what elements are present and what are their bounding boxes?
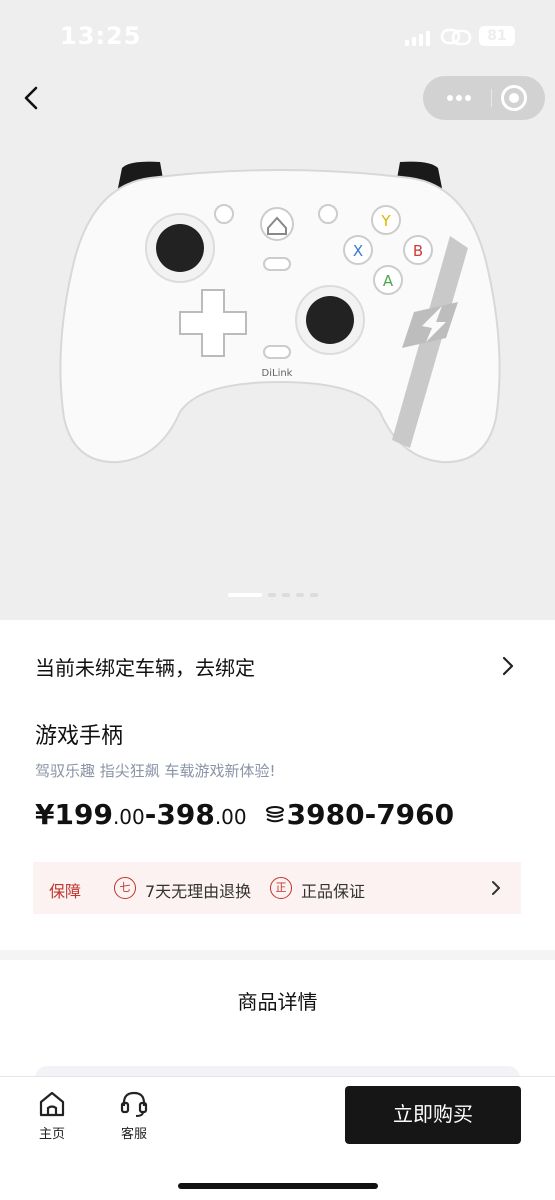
bind-vehicle-text: 当前未绑定车辆，去绑定	[35, 656, 255, 680]
chevron-right-icon	[502, 656, 514, 676]
controller-brand: DiLink	[262, 368, 293, 379]
status-time: 13:25	[60, 22, 142, 50]
home-indicator	[178, 1183, 378, 1189]
x-button-label: X	[353, 242, 363, 260]
gallery-dot	[296, 593, 304, 597]
battery-icon: 81	[479, 26, 515, 46]
product-price: ¥199.00-398.00 3980-7960	[35, 798, 454, 831]
product-gallery[interactable]: 13:25 81 DiLink Y X B A	[0, 0, 555, 620]
buy-now-button[interactable]: 立即购买	[345, 1086, 521, 1144]
tab-customer-service-label: 客服	[120, 1127, 147, 1142]
gallery-dot	[282, 593, 290, 597]
guarantee-row[interactable]: 保障 七 7天无理由退换 正 正品保证	[33, 862, 521, 914]
product-image-controller: DiLink Y X B A	[59, 161, 501, 464]
gallery-dot-active	[228, 593, 262, 597]
guarantee-seven-day-return: 7天无理由退换	[145, 882, 252, 901]
tab-home-label: 主页	[38, 1127, 65, 1142]
miniprogram-capsule	[423, 76, 545, 120]
more-options-icon[interactable]	[439, 76, 483, 120]
capsule-divider	[491, 89, 492, 107]
price-currency: ¥	[35, 798, 55, 831]
tab-customer-service[interactable]: 客服	[104, 1089, 164, 1151]
details-title: 商品详情	[237, 990, 318, 1014]
price-points: 3980-7960	[286, 798, 455, 831]
product-details-section: 商品详情	[0, 960, 555, 1086]
signal-icon	[405, 30, 431, 46]
product-title: 游戏手柄	[35, 724, 124, 749]
genuine-badge-icon: 正	[270, 877, 292, 899]
gallery-pagination	[228, 593, 328, 597]
coins-icon	[265, 806, 284, 823]
gallery-dot	[310, 593, 318, 597]
link-icon	[440, 28, 472, 46]
headset-icon	[120, 1091, 148, 1117]
price-low-dec: .00	[112, 805, 145, 829]
seven-day-badge-icon: 七	[114, 877, 136, 899]
back-button[interactable]	[14, 80, 50, 116]
gallery-dot	[268, 593, 276, 597]
b-button-label: B	[413, 242, 423, 260]
guarantee-genuine: 正品保证	[301, 882, 366, 901]
chevron-right-icon	[492, 881, 500, 895]
price-high-dec: .00	[214, 805, 247, 829]
a-button-label: A	[383, 272, 394, 290]
status-bar: 13:25 81	[0, 0, 555, 70]
product-info-card: 当前未绑定车辆，去绑定 游戏手柄 驾驭乐趣 指尖狂飙 车载游戏新体验! ¥199…	[0, 620, 555, 950]
product-subtitle: 驾驭乐趣 指尖狂飙 车载游戏新体验!	[35, 762, 276, 780]
guarantee-label: 保障	[49, 882, 82, 901]
home-icon	[39, 1091, 65, 1117]
tab-home[interactable]: 主页	[22, 1089, 82, 1151]
bottom-action-bar: 主页 客服 立即购买	[0, 1076, 555, 1200]
price-high-int: 398	[156, 798, 215, 831]
y-button-label: Y	[380, 212, 391, 230]
price-separator: -	[144, 798, 157, 831]
close-miniprogram-icon[interactable]	[501, 85, 527, 111]
bind-vehicle-row[interactable]: 当前未绑定车辆，去绑定	[0, 620, 555, 708]
price-low-int: 199	[54, 798, 113, 831]
